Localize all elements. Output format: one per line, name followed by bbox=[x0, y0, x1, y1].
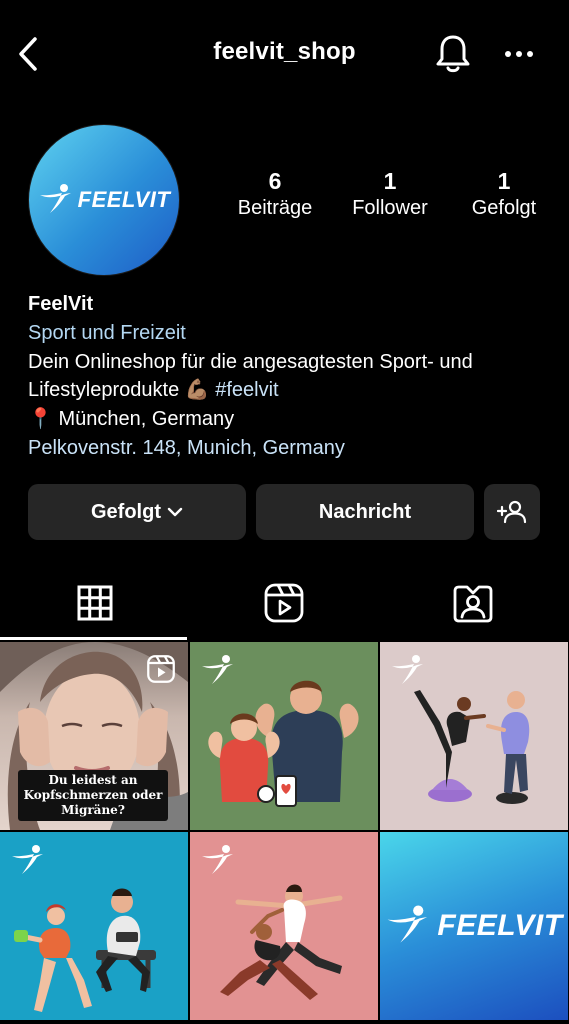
tagged-icon bbox=[453, 585, 492, 623]
hashtag-link[interactable]: #feelvit bbox=[215, 379, 278, 401]
active-tab-indicator bbox=[0, 637, 187, 640]
message-button[interactable]: Nachricht bbox=[256, 484, 474, 540]
yoga-balance-illustration bbox=[414, 690, 530, 804]
bell-icon bbox=[436, 35, 470, 73]
yoga-pair-illustration bbox=[220, 884, 343, 1000]
fitness-couple-illustration bbox=[208, 680, 359, 807]
add-person-icon bbox=[497, 500, 527, 524]
more-icon bbox=[505, 51, 533, 57]
post-caption: Du leidest an Kopfschmerzen oder Migräne… bbox=[18, 770, 168, 821]
gym-couple-illustration bbox=[14, 888, 156, 1012]
stat-followers[interactable]: 1 Follower bbox=[340, 168, 440, 222]
notifications-button[interactable] bbox=[432, 32, 474, 76]
bio-line-2: Lifestyleprodukte 💪🏽 #feelvit bbox=[28, 376, 558, 405]
profile-category[interactable]: Sport und Freizeit bbox=[28, 319, 558, 348]
feelvit-logo: FEELVIT bbox=[385, 904, 562, 948]
post-tile-2[interactable] bbox=[190, 642, 378, 830]
following-label: Gefolgt bbox=[471, 197, 537, 219]
post-tile-1[interactable]: Du leidest an Kopfschmerzen oder Migräne… bbox=[0, 642, 188, 830]
stat-posts[interactable]: 6 Beiträge bbox=[226, 168, 324, 222]
tab-reels[interactable] bbox=[189, 568, 378, 638]
feelvit-logo: FEELVIT bbox=[38, 183, 171, 217]
more-options-button[interactable] bbox=[500, 36, 538, 72]
followers-label: Follower bbox=[352, 197, 428, 219]
followers-count: 1 bbox=[383, 168, 397, 194]
post-tile-5[interactable] bbox=[190, 832, 378, 1020]
post-tile-6[interactable]: FEELVIT bbox=[380, 832, 568, 1020]
page-title: feelvit_shop bbox=[213, 38, 356, 65]
feelvit-figure-icon bbox=[387, 905, 428, 943]
profile-location: 📍 München, Germany bbox=[28, 408, 235, 431]
feelvit-brand-text: FEELVIT bbox=[437, 909, 563, 942]
stat-following[interactable]: 1 Gefolgt bbox=[458, 168, 550, 222]
reels-icon bbox=[264, 583, 303, 623]
message-button-label: Nachricht bbox=[318, 500, 412, 523]
profile-tabs bbox=[0, 568, 569, 640]
tab-posts-grid[interactable] bbox=[0, 568, 189, 638]
grid-icon bbox=[77, 585, 112, 621]
following-count: 1 bbox=[497, 168, 511, 194]
bio-line-2-text: Lifestyleprodukte 💪🏽 bbox=[28, 379, 216, 402]
post-tile-4[interactable] bbox=[0, 832, 188, 1020]
profile-address-link[interactable]: Pelkovenstr. 148, Munich, Germany bbox=[28, 434, 558, 463]
chevron-down-icon bbox=[167, 507, 183, 517]
suggest-people-button[interactable] bbox=[484, 484, 540, 540]
reel-badge bbox=[146, 654, 176, 689]
tab-tagged[interactable] bbox=[378, 568, 567, 638]
profile-avatar[interactable]: FEELVIT bbox=[28, 124, 180, 276]
profile-bio: FeelVit Sport und Freizeit Dein Onlinesh… bbox=[28, 290, 558, 463]
posts-label: Beiträge bbox=[237, 197, 313, 219]
following-button-label: Gefolgt bbox=[91, 500, 161, 523]
top-bar: feelvit_shop bbox=[0, 0, 569, 108]
posts-count: 6 bbox=[268, 168, 282, 194]
profile-name: FeelVit bbox=[28, 293, 94, 315]
post-tile-3[interactable] bbox=[380, 642, 568, 830]
bio-line-1: Dein Onlineshop für die angesagtesten Sp… bbox=[28, 350, 473, 373]
reels-badge-icon bbox=[147, 655, 175, 683]
following-button[interactable]: Gefolgt bbox=[28, 484, 246, 540]
feelvit-figure-icon bbox=[39, 184, 71, 213]
avatar-brand-text: FEELVIT bbox=[77, 187, 171, 212]
